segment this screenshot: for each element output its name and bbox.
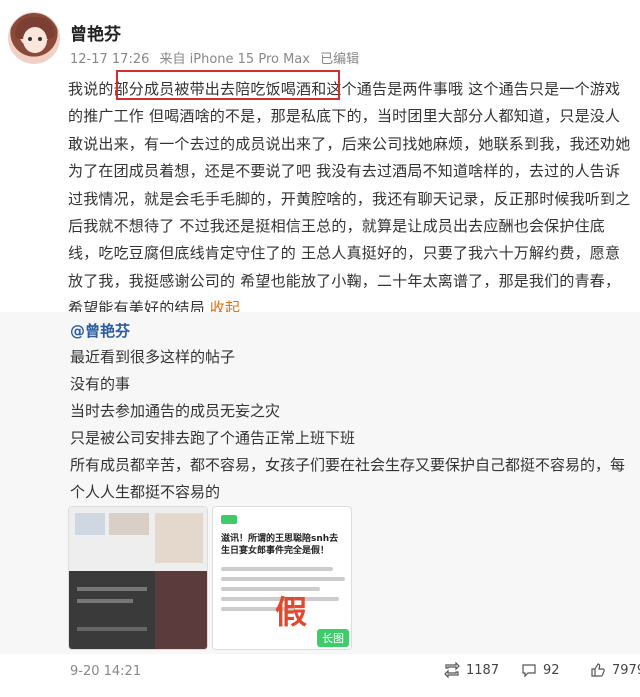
like-count: 7979	[612, 662, 640, 678]
image1-tile	[75, 513, 105, 535]
avatar-eye-right	[38, 37, 42, 41]
repost-image-1[interactable]	[68, 506, 208, 650]
comment-icon	[522, 664, 536, 678]
comment-button[interactable]: 92	[521, 662, 560, 678]
repost-icon	[444, 662, 460, 678]
edited-label[interactable]: 已编辑	[320, 52, 359, 67]
image2-stamp: 假	[275, 593, 308, 631]
comment-count: 92	[543, 662, 560, 678]
post-date: 12-17 17:26	[70, 52, 150, 67]
repost-line: 最近看到很多这样的帖子	[70, 348, 236, 366]
avatar-eye-left	[28, 37, 32, 41]
long-image-badge: 长图	[317, 629, 349, 647]
post-paragraph: 我说的部分成员被带出去陪吃饭喝酒和这个通告是两件事哦 这个通告只是一个游戏的推广…	[68, 80, 631, 318]
avatar[interactable]	[8, 12, 60, 64]
repost-section[interactable]: @曾艳芬 最近看到很多这样的帖子 没有的事 当时去参加通告的成员无妄之灾 只是被…	[0, 312, 640, 654]
image2-headline: 滋讯！所谓的王思聪陪snh去生日宴女郎事件完全是假！	[221, 534, 339, 556]
repost-line: 只是被公司安排去跑了个通告正常上班下班	[70, 429, 356, 447]
image1-tile	[155, 513, 203, 563]
like-button[interactable]: 7979	[590, 662, 640, 678]
repost-text: 最近看到很多这样的帖子 没有的事 当时去参加通告的成员无妄之灾 只是被公司安排去…	[70, 344, 630, 506]
repost-button[interactable]: 1187	[444, 662, 499, 678]
image1-photo	[155, 571, 207, 649]
repost-line: 没有的事	[70, 375, 131, 393]
image1-text-line	[77, 599, 133, 603]
repost-count: 1187	[466, 662, 500, 678]
repost-time: 9-20 14:21	[70, 664, 142, 679]
highlight-box	[116, 70, 340, 100]
like-icon	[591, 663, 605, 677]
repost-image-2[interactable]: 滋讯！所谓的王思聪陪snh去生日宴女郎事件完全是假！ 假 长图	[212, 506, 352, 650]
post-footer: 9-20 14:21 1187 92 7979	[0, 654, 640, 697]
repost-line: 当时去参加通告的成员无妄之灾	[70, 402, 281, 420]
repost-author[interactable]: @曾艳芬	[70, 320, 130, 341]
post-header: 曾艳芬 12-17 17:26 来自 iPhone 15 Pro Max 已编辑	[0, 0, 640, 72]
repost-line: 所有成员都辛苦，都不容易，女孩子们要在社会生存又要保护自己都挺不容易的，每个人人…	[70, 456, 626, 501]
image2-logo	[221, 515, 237, 524]
image1-text-line	[77, 627, 147, 631]
post-body: 我说的部分成员被带出去陪吃饭喝酒和这个通告是两件事哦 这个通告只是一个游戏的推广…	[68, 76, 634, 323]
image1-text-line	[77, 587, 147, 591]
avatar-face	[23, 27, 47, 53]
post-meta: 12-17 17:26 来自 iPhone 15 Pro Max 已编辑	[70, 48, 365, 67]
post-source: 来自 iPhone 15 Pro Max	[159, 52, 310, 67]
user-name[interactable]: 曾艳芬	[70, 20, 121, 45]
image1-tile	[109, 513, 149, 535]
